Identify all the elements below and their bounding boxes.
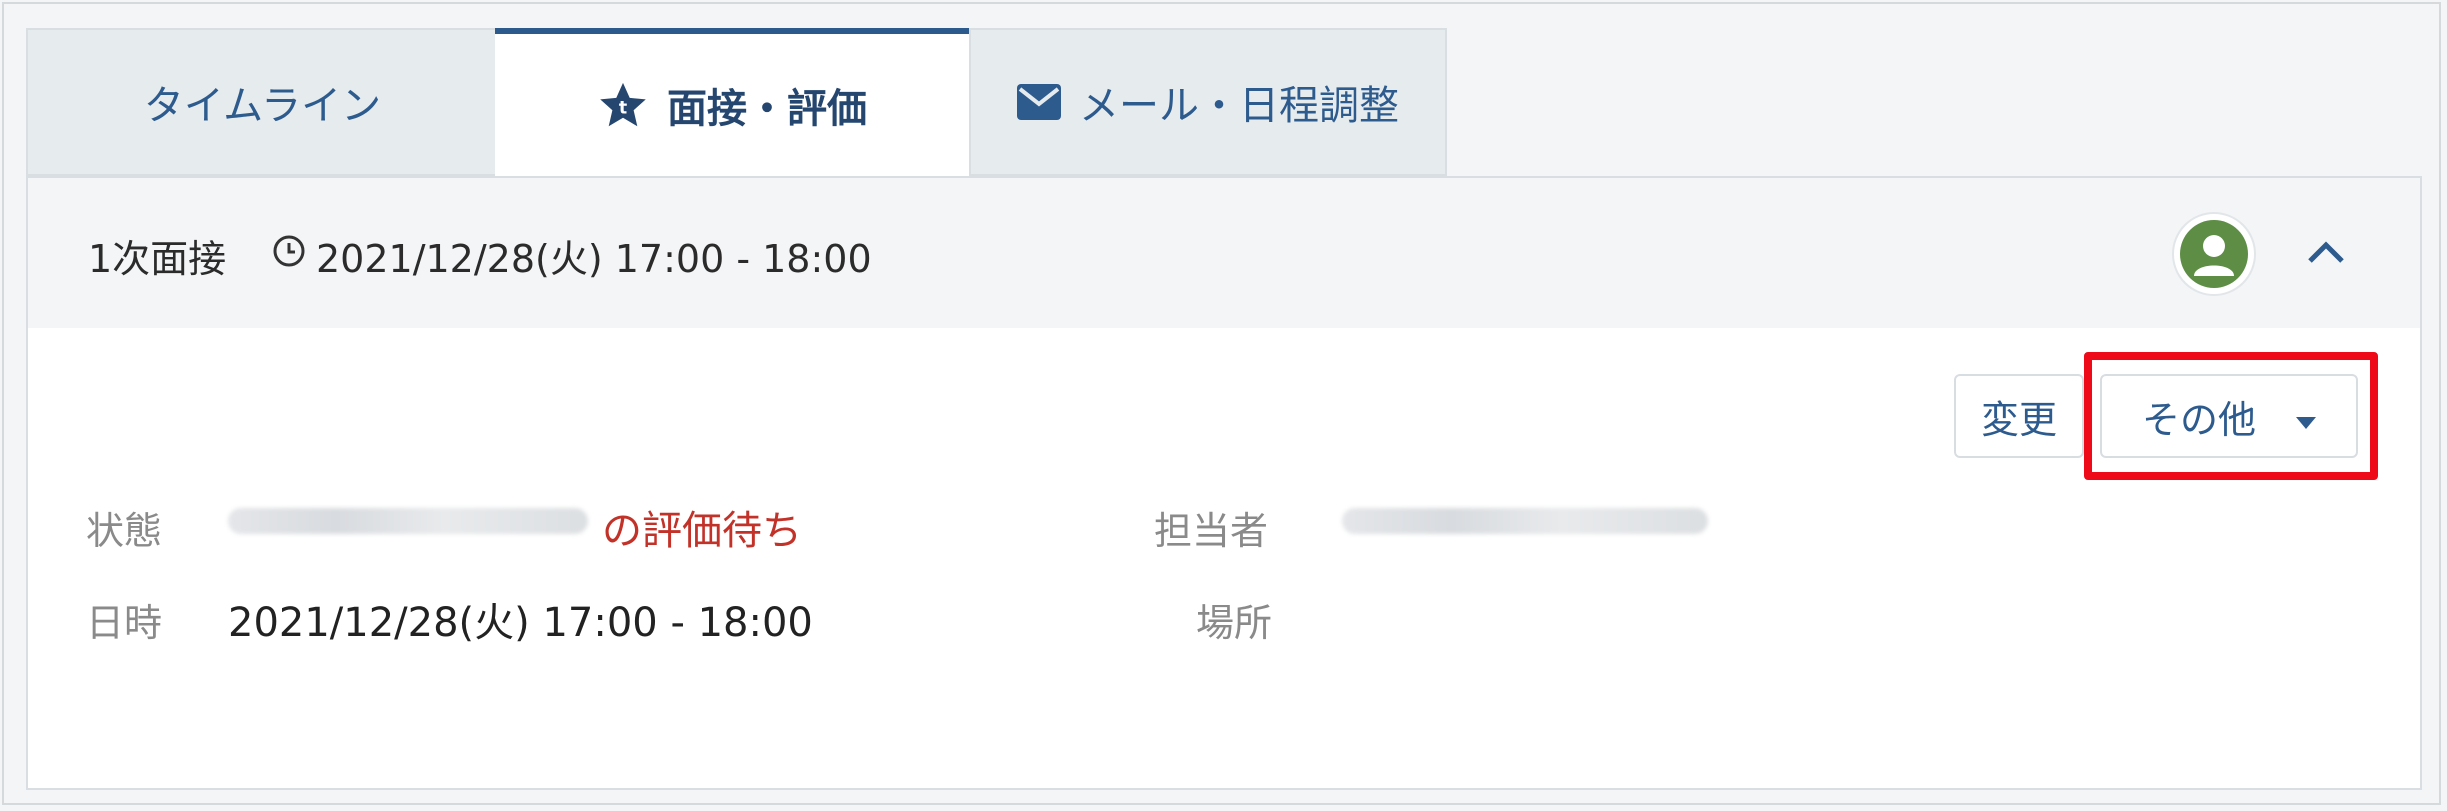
- tab-interview-label: 面接・評価: [667, 86, 867, 132]
- avatar[interactable]: [2172, 212, 2256, 296]
- datetime-value: 2021/12/28(火) 17:00 - 18:00: [228, 600, 813, 646]
- location-label: 場所: [1196, 601, 1273, 645]
- chevron-up-icon: [2306, 239, 2346, 269]
- highlight-box: [2084, 352, 2378, 480]
- status-label: 状態: [86, 509, 163, 553]
- user-icon: [2180, 220, 2248, 288]
- mail-icon: [1017, 84, 1061, 120]
- tab-mail-schedule[interactable]: メール・日程調整: [969, 28, 1447, 176]
- interview-time: 2021/12/28(火) 17:00 - 18:00: [316, 237, 872, 281]
- tab-interview-evaluation[interactable]: t 面接・評価: [495, 28, 969, 176]
- svg-text:t: t: [619, 99, 627, 119]
- blurred-name: [228, 508, 588, 534]
- status-value: の評価待ち: [602, 508, 802, 554]
- assignee-label: 担当者: [1154, 509, 1269, 553]
- tab-timeline[interactable]: タイムライン: [26, 28, 497, 176]
- tab-timeline-label: タイムライン: [143, 83, 382, 129]
- collapse-button[interactable]: [2302, 230, 2350, 278]
- interview-panel: 1次面接 2021/12/28(火) 17:00 - 18:00 変更 その他 …: [26, 176, 2422, 790]
- datetime-label: 日時: [86, 601, 163, 645]
- star-icon: t: [597, 79, 649, 131]
- blurred-assignee: [1342, 508, 1708, 534]
- interview-header: 1次面接 2021/12/28(火) 17:00 - 18:00: [28, 178, 2420, 328]
- interview-title: 1次面接: [88, 237, 227, 281]
- clock-icon: [272, 234, 306, 272]
- tab-mail-label: メール・日程調整: [1079, 83, 1399, 129]
- change-button[interactable]: 変更: [1954, 374, 2084, 458]
